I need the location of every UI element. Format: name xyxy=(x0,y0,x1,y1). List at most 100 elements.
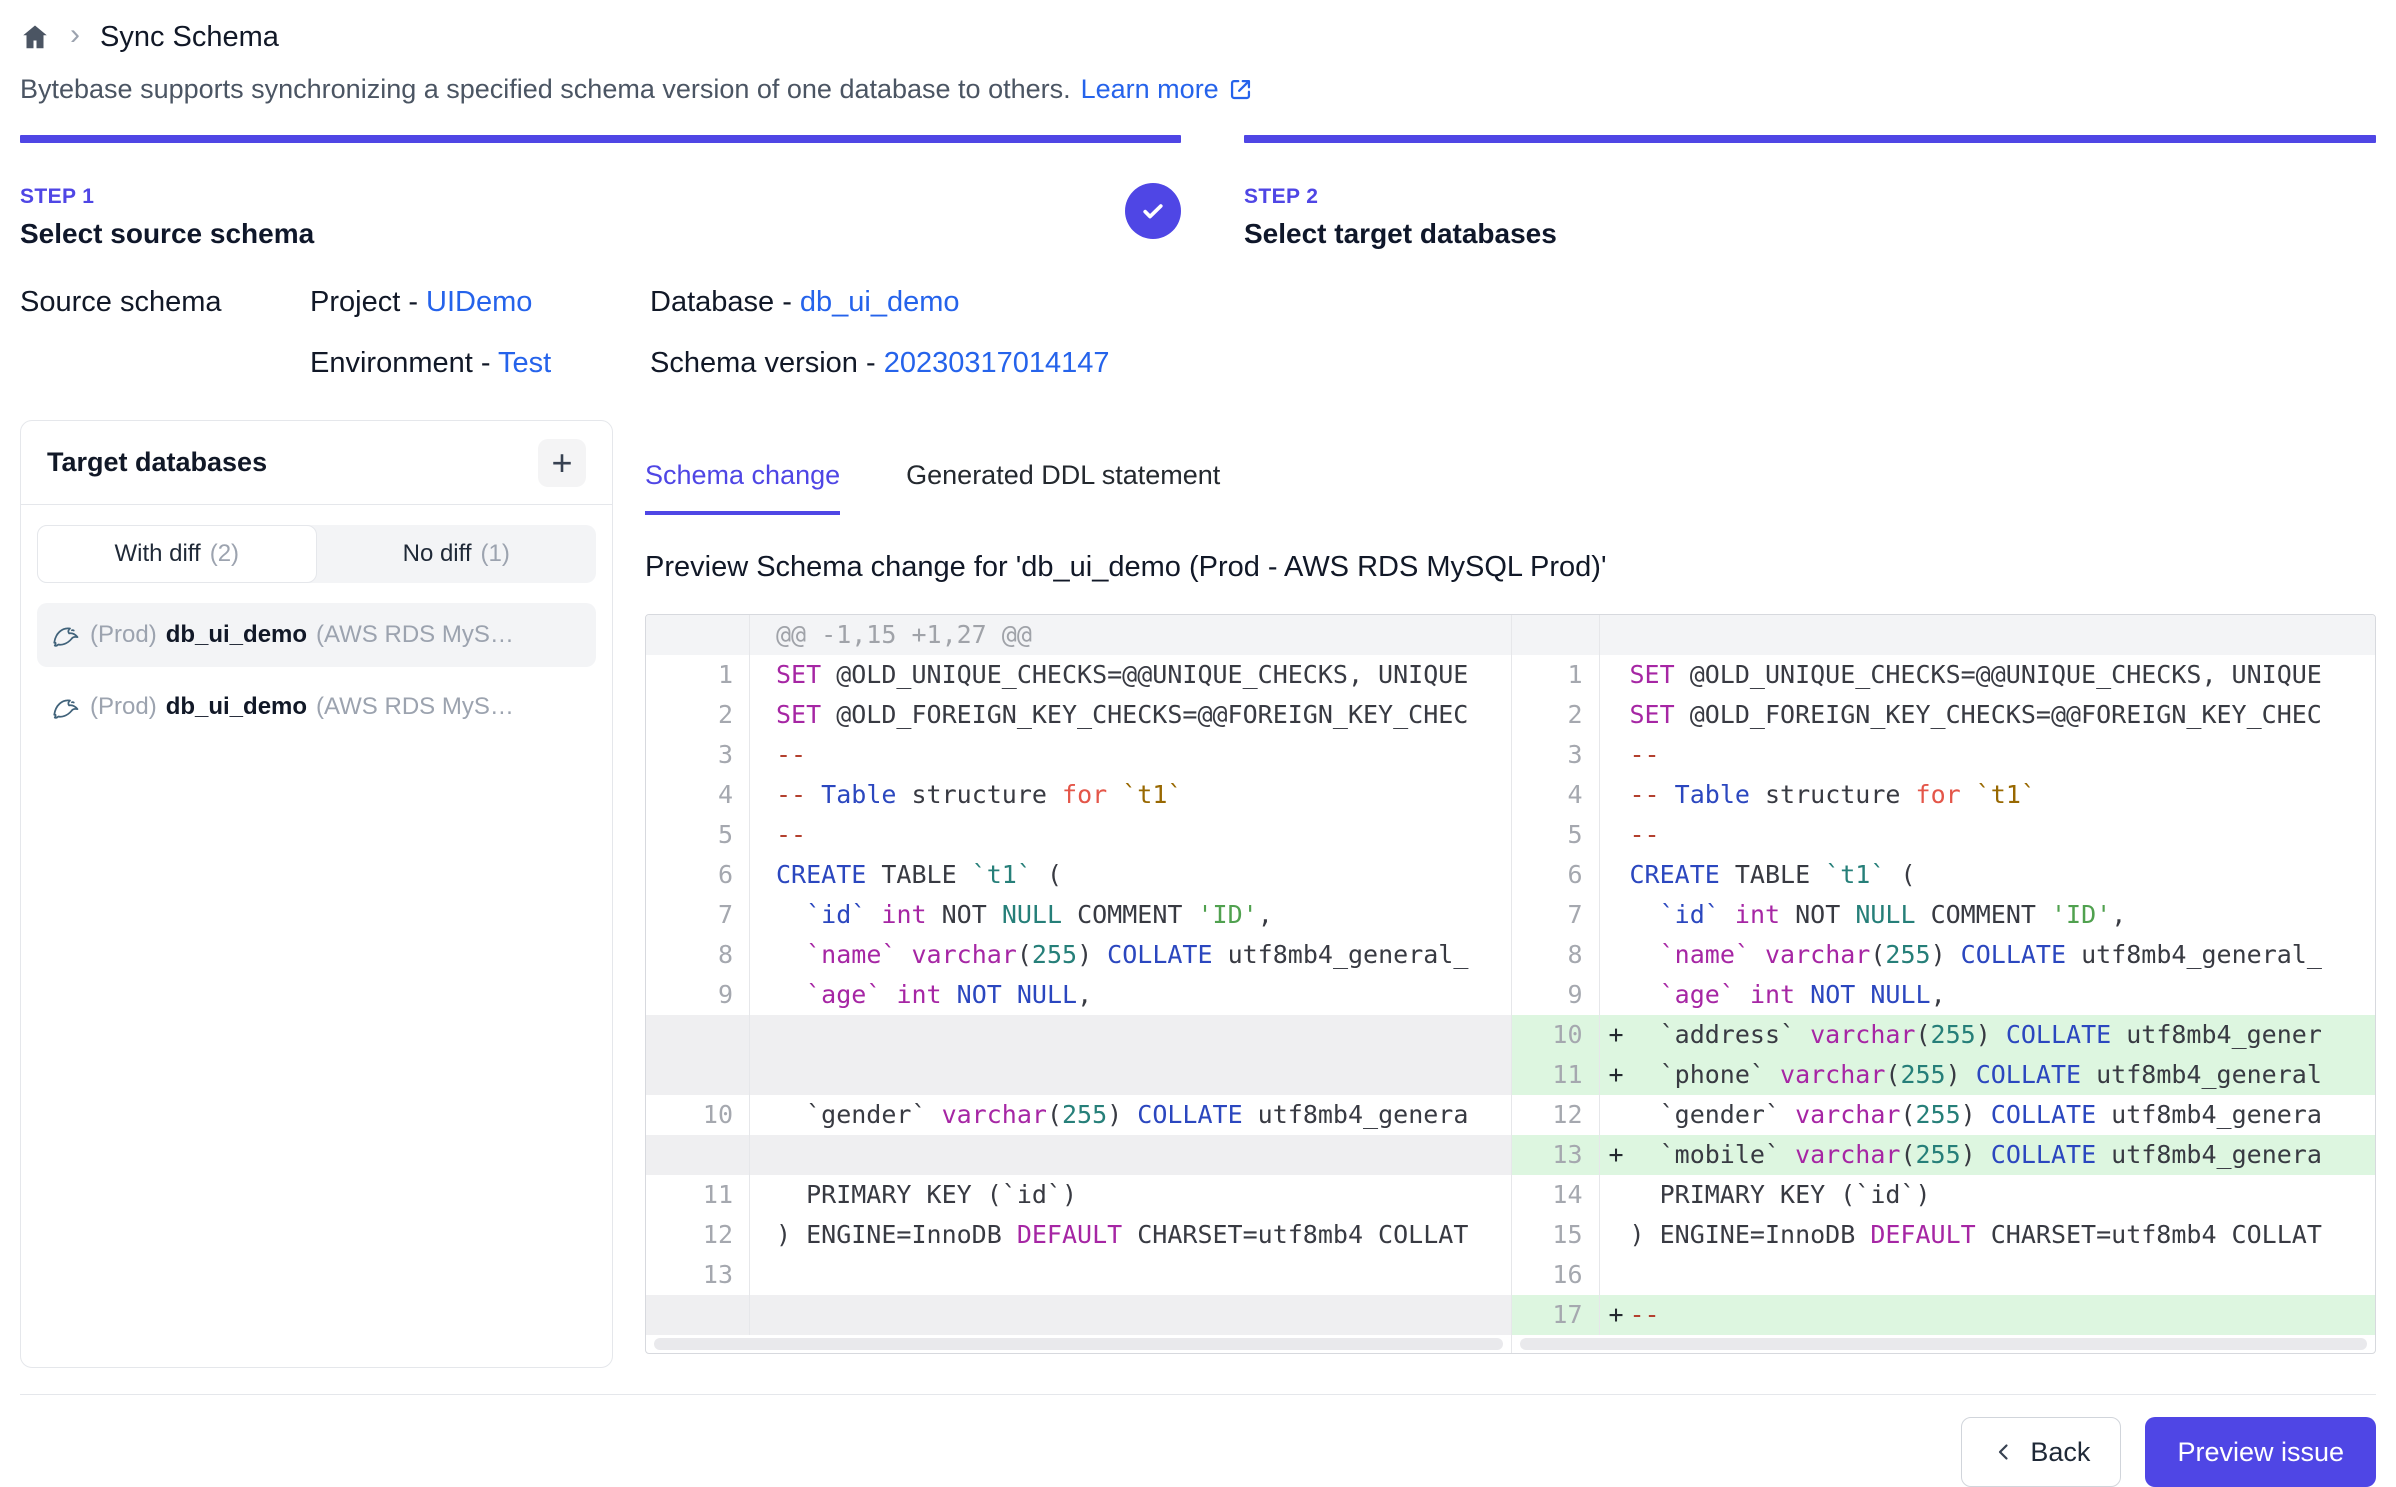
code-token: ) xyxy=(1107,1100,1137,1129)
target-databases-panel: Target databases + With diff (2) No diff… xyxy=(20,420,613,1368)
horizontal-scrollbar[interactable] xyxy=(1512,1335,2376,1353)
project-link[interactable]: UIDemo xyxy=(426,286,532,318)
code-line: `name` varchar(255) COLLATE utf8mb4_gene… xyxy=(750,935,1511,975)
diff-row xyxy=(646,1015,1511,1055)
tab-no-diff[interactable]: No diff (1) xyxy=(317,525,597,583)
add-target-database-button[interactable]: + xyxy=(538,439,586,487)
line-number: 5 xyxy=(646,815,750,855)
code-token: COLLATE xyxy=(1107,940,1212,969)
diff-row xyxy=(646,1135,1511,1175)
code-token: NOT NULL xyxy=(1810,980,1930,1009)
diff-row: 6CREATE TABLE `t1` ( xyxy=(646,855,1511,895)
diff-filter-tabs: With diff (2) No diff (1) xyxy=(37,525,596,583)
code-token: utf8mb4_genera xyxy=(2096,1100,2322,1129)
code-token: `age` xyxy=(806,980,881,1009)
environment-link[interactable]: Test xyxy=(498,347,551,379)
step-2-title: Select target databases xyxy=(1244,218,2376,250)
code-token xyxy=(866,900,881,929)
environment-label: Environment - xyxy=(310,347,498,379)
line-number: 2 xyxy=(1512,695,1600,735)
horizontal-scrollbar[interactable] xyxy=(646,1335,1511,1353)
code-line xyxy=(750,1015,1511,1055)
source-project: Project - UIDemo xyxy=(310,286,650,319)
database-instance: (AWS RDS MyS… xyxy=(316,693,514,721)
code-token: varchar xyxy=(1795,1140,1900,1169)
source-schema-label: Source schema xyxy=(20,286,310,319)
code-line: + `address` varchar(255) COLLATE utf8mb4… xyxy=(1600,1015,2376,1055)
code-token: ( xyxy=(1900,1100,1915,1129)
code-token: -- xyxy=(1630,1300,1660,1329)
footer-divider xyxy=(20,1394,2376,1395)
preview-issue-button[interactable]: Preview issue xyxy=(2145,1417,2376,1487)
code-line: `id` int NOT NULL COMMENT 'ID', xyxy=(750,895,1511,935)
code-token: utf8mb4_general_ xyxy=(1213,940,1469,969)
code-token: ) xyxy=(1961,1100,1991,1129)
code-token: varchar xyxy=(1780,1060,1885,1089)
tab-schema-change[interactable]: Schema change xyxy=(645,460,840,515)
target-databases-header: Target databases + xyxy=(21,421,612,505)
database-environment: (Prod) xyxy=(90,693,157,721)
schema-diff-viewer: @@ -1,15 +1,27 @@1SET @OLD_UNIQUE_CHECKS… xyxy=(645,614,2376,1354)
step-2: STEP 2 Select target databases xyxy=(1244,135,2376,250)
scrollbar-thumb[interactable] xyxy=(654,1338,1503,1350)
line-number: 12 xyxy=(646,1215,750,1255)
code-token: NULL xyxy=(1855,900,1915,929)
code-token: 255 xyxy=(1900,1060,1945,1089)
code-token: CREATE xyxy=(776,860,866,889)
intro-text: Bytebase supports synchronizing a specif… xyxy=(20,74,2376,105)
code-token: CREATE xyxy=(1630,860,1720,889)
scrollbar-thumb[interactable] xyxy=(1520,1338,2368,1350)
code-token: , xyxy=(2111,900,2126,929)
code-token: ( xyxy=(1885,1060,1900,1089)
code-token: for xyxy=(1916,780,1961,809)
added-line-marker: + xyxy=(1609,1295,1624,1335)
database-instance: (AWS RDS MyS… xyxy=(316,621,514,649)
main-area: Target databases + With diff (2) No diff… xyxy=(20,420,2376,1368)
source-environment: Environment - Test xyxy=(310,347,650,380)
mysql-icon xyxy=(51,620,81,650)
code-line xyxy=(750,1295,1511,1335)
no-diff-label: No diff xyxy=(403,540,472,568)
diff-row: 2SET @OLD_FOREIGN_KEY_CHECKS=@@FOREIGN_K… xyxy=(1512,695,2376,735)
learn-more-label: Learn more xyxy=(1081,74,1219,105)
tab-generated-ddl[interactable]: Generated DDL statement xyxy=(906,460,1220,515)
diff-row: 10 `gender` varchar(255) COLLATE utf8mb4… xyxy=(646,1095,1511,1135)
code-token xyxy=(776,940,806,969)
database-list-item[interactable]: (Prod) db_ui_demo (AWS RDS MyS… xyxy=(37,675,596,739)
code-token: varchar xyxy=(1810,1020,1915,1049)
home-icon[interactable] xyxy=(20,22,50,52)
step-complete-check-icon xyxy=(1125,183,1181,239)
code-line: -- xyxy=(750,815,1511,855)
stepper: STEP 1 Select source schema STEP 2 Selec… xyxy=(20,135,2376,250)
code-token xyxy=(1630,900,1660,929)
code-token: ) ENGINE=InnoDB xyxy=(776,1220,1017,1249)
line-number xyxy=(646,1135,750,1175)
schema-version-link[interactable]: 20230317014147 xyxy=(884,347,1110,379)
code-line: -- xyxy=(1600,815,2376,855)
schema-version-label: Schema version - xyxy=(650,347,884,379)
code-token: varchar xyxy=(1795,1100,1900,1129)
database-environment: (Prod) xyxy=(90,621,157,649)
code-line: -- xyxy=(1600,735,2376,775)
code-token: `phone` xyxy=(1630,1060,1781,1089)
code-token: utf8mb4_gener xyxy=(2111,1020,2322,1049)
diff-row: 8 `name` varchar(255) COLLATE utf8mb4_ge… xyxy=(646,935,1511,975)
code-token: TABLE xyxy=(1720,860,1825,889)
code-token: 'ID' xyxy=(1198,900,1258,929)
code-token xyxy=(1795,980,1810,1009)
code-token: ( xyxy=(1047,1100,1062,1129)
code-line: @@ -1,15 +1,27 @@ xyxy=(750,615,1511,655)
tab-with-diff[interactable]: With diff (2) xyxy=(37,525,317,583)
database-link[interactable]: db_ui_demo xyxy=(800,286,960,318)
code-token: `name` xyxy=(806,940,896,969)
database-list-item[interactable]: (Prod) db_ui_demo (AWS RDS MyS… xyxy=(37,603,596,667)
learn-more-link[interactable]: Learn more xyxy=(1081,74,1254,105)
line-number: 12 xyxy=(1512,1095,1600,1135)
code-token: TABLE xyxy=(866,860,971,889)
back-button[interactable]: Back xyxy=(1961,1417,2121,1487)
line-number: 10 xyxy=(1512,1015,1600,1055)
code-token xyxy=(1750,940,1765,969)
code-token: utf8mb4_genera xyxy=(2096,1140,2322,1169)
code-token: -- xyxy=(1630,820,1660,849)
diff-row: 11+ `phone` varchar(255) COLLATE utf8mb4… xyxy=(1512,1055,2376,1095)
